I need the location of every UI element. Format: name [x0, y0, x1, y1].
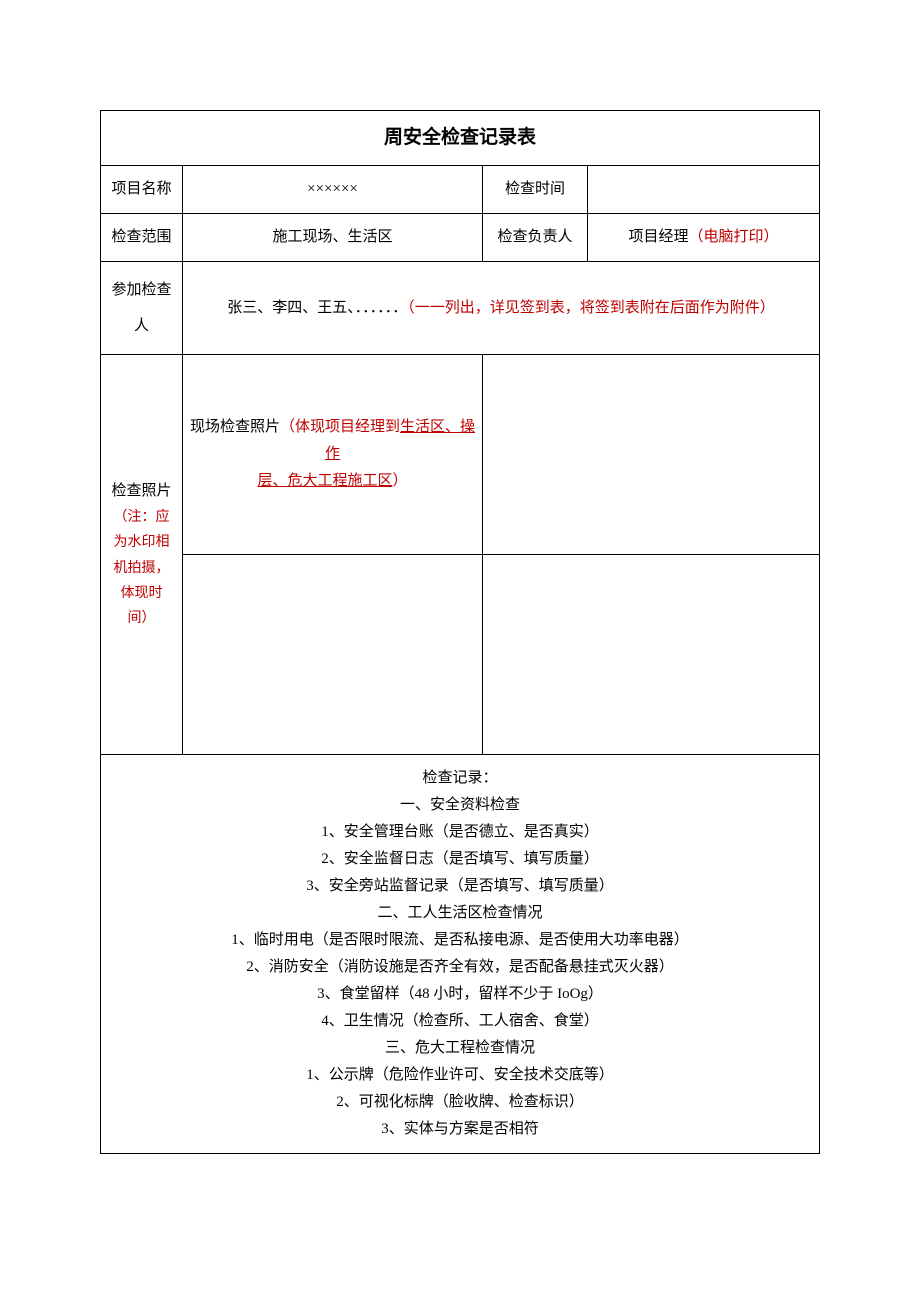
photo-label-main: 检查照片 [111, 483, 171, 499]
photo-desc-red1: （体现项目经理到 [280, 419, 400, 435]
record-s3: 三、危大工程检查情况 [107, 1035, 813, 1062]
record-s3-1: 1、公示牌（危险作业许可、安全技术交底等） [107, 1062, 813, 1089]
photo-cell-3 [183, 555, 483, 755]
value-participants: 张三、李四、王五、．．．．．．（一一列出，详见签到表，将签到表附在后面作为附件） [183, 262, 820, 355]
value-responsible: 项目经理（电脑打印） [588, 214, 820, 262]
photo-cell-1: 现场检查照片（体现项目经理到生活区、操作层、危大工程施工区） [183, 355, 483, 555]
participants-names: 张三、李四、王五、．．．．．． [227, 300, 407, 316]
inspection-record: 检查记录： 一、安全资料检查 1、安全管理台账（是否德立、是否真实） 2、安全监… [101, 755, 820, 1154]
record-s2-1: 1、临时用电（是否限时限流、是否私接电源、是否使用大功率电器） [107, 927, 813, 954]
record-s3-3: 3、实体与方案是否相符 [107, 1116, 813, 1143]
label-photos: 检查照片 （注：应 为水印相 机拍摄， 体现时 间） [101, 355, 183, 755]
photo-note-line2: 为水印相 [107, 530, 176, 555]
record-heading: 检查记录： [107, 765, 813, 792]
record-s3-2: 2、可视化标牌（脸收牌、检查标识） [107, 1089, 813, 1116]
value-project-name: ×××××× [183, 166, 483, 214]
record-s2: 二、工人生活区检查情况 [107, 900, 813, 927]
inspection-form: 周安全检查记录表 项目名称 ×××××× 检查时间 检查范围 施工现场、生活区 … [100, 110, 820, 1154]
record-s1-3: 3、安全旁站监督记录（是否填写、填写质量） [107, 873, 813, 900]
photo-desc-u2: 层、危大工程施工区 [257, 473, 392, 489]
photo-cell-2 [483, 355, 820, 555]
record-s1: 一、安全资料检查 [107, 792, 813, 819]
record-s2-3: 3、食堂留样（48 小时，留样不少于 IoOg） [107, 981, 813, 1008]
label-responsible: 检查负责人 [483, 214, 588, 262]
photo-note-line3: 机拍摄， [107, 556, 176, 581]
photo-cell-4 [483, 555, 820, 755]
photo-note-line4: 体现时 [107, 581, 176, 606]
resp-note: （电脑打印） [689, 229, 779, 245]
value-inspection-time [588, 166, 820, 214]
photo-note-line1: （注：应 [107, 505, 176, 530]
form-title: 周安全检查记录表 [101, 111, 820, 166]
label-participants: 参加检查人 [101, 262, 183, 355]
record-s1-1: 1、安全管理台账（是否德立、是否真实） [107, 819, 813, 846]
record-s1-2: 2、安全监督日志（是否填写、填写质量） [107, 846, 813, 873]
value-scope: 施工现场、生活区 [183, 214, 483, 262]
record-s2-2: 2、消防安全（消防设施是否齐全有效，是否配备悬挂式灭火器） [107, 954, 813, 981]
photo-desc-prefix: 现场检查照片 [190, 419, 280, 435]
label-project-name: 项目名称 [101, 166, 183, 214]
participants-note: （一一列出，详见签到表，将签到表附在后面作为附件） [407, 300, 775, 316]
label-inspection-time: 检查时间 [483, 166, 588, 214]
record-s2-4: 4、卫生情况（检查所、工人宿舍、食堂） [107, 1008, 813, 1035]
photo-note-line5: 间） [107, 606, 176, 631]
label-scope: 检查范围 [101, 214, 183, 262]
resp-text: 项目经理 [628, 229, 688, 245]
photo-desc-red2: ） [393, 473, 408, 489]
